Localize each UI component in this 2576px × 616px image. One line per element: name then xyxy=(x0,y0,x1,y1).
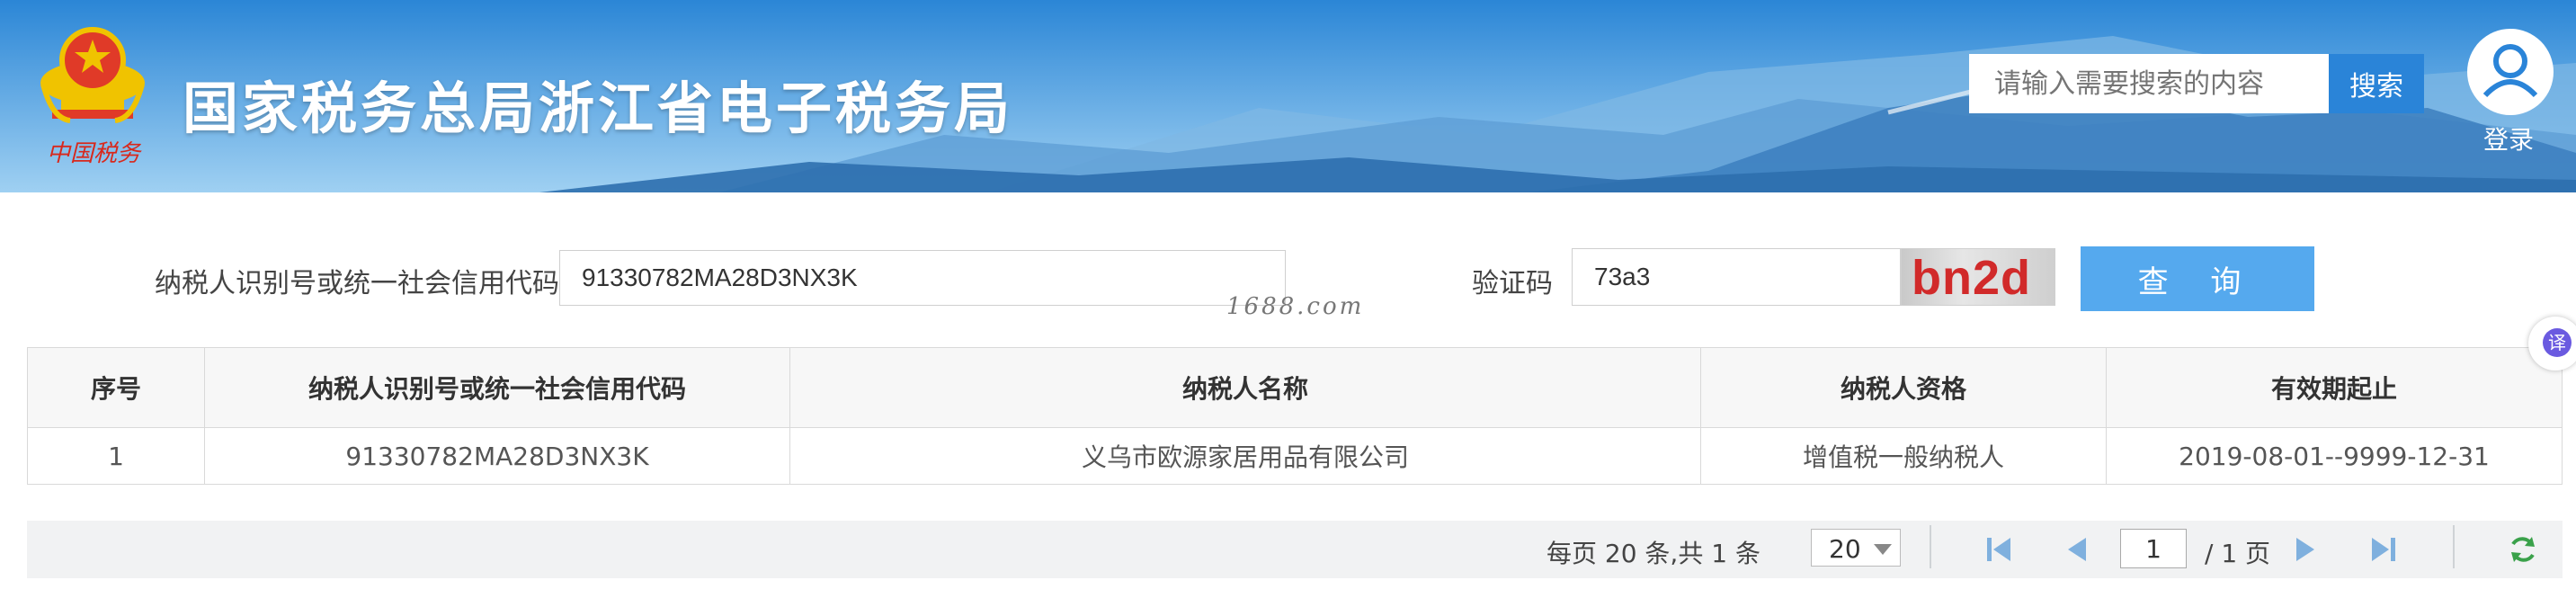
taxpayer-id-input[interactable] xyxy=(559,250,1286,306)
prev-page-icon[interactable] xyxy=(2059,532,2095,567)
login-link[interactable]: 登录 xyxy=(2483,121,2534,156)
cell-taxpayer-id: 91330782MA28D3NX3K xyxy=(204,427,790,485)
refresh-icon[interactable] xyxy=(2505,532,2541,567)
site-title: 国家税务总局浙江省电子税务局 xyxy=(183,76,1014,141)
captcha-label: 验证码 xyxy=(1472,268,1553,299)
column-header-qualification: 纳税人资格 xyxy=(1700,347,2107,428)
watermark-text: 1688.com xyxy=(1226,293,1365,320)
column-header-taxpayer-id: 纳税人识别号或统一社会信用代码 xyxy=(204,347,790,428)
query-button[interactable]: 查 询 xyxy=(2081,246,2314,311)
column-header-index: 序号 xyxy=(27,347,205,428)
captcha-input[interactable] xyxy=(1572,248,1901,306)
page-size-value: 20 xyxy=(1829,534,1861,564)
taxpayer-id-label: 纳税人识别号或统一社会信用代码 xyxy=(155,268,559,299)
user-avatar-icon[interactable] xyxy=(2467,29,2554,115)
next-page-icon[interactable] xyxy=(2287,532,2323,567)
column-header-taxpayer-name: 纳税人名称 xyxy=(789,347,1701,428)
chevron-down-icon xyxy=(1874,544,1892,555)
last-page-icon[interactable] xyxy=(2365,532,2401,567)
results-table: 序号 纳税人识别号或统一社会信用代码 纳税人名称 纳税人资格 有效期起止 1 9… xyxy=(27,347,2563,485)
table-row: 1 91330782MA28D3NX3K 义乌市欧源家居用品有限公司 增值税一般… xyxy=(27,427,2563,485)
captcha-image-text: bn2d xyxy=(1912,251,2031,305)
current-page-input[interactable] xyxy=(2120,529,2187,568)
pager-separator xyxy=(1930,525,1931,568)
pagination-summary: 每页 20 条,共 1 条 xyxy=(1546,539,1760,568)
site-header: 中国税务 国家税务总局浙江省电子税务局 搜索 登录 xyxy=(0,0,2576,192)
first-page-icon[interactable] xyxy=(1982,532,2018,567)
total-pages-label: / 1 页 xyxy=(2205,539,2271,568)
cell-validity: 2019-08-01--9999-12-31 xyxy=(2106,427,2563,485)
cell-taxpayer-name: 义乌市欧源家居用品有限公司 xyxy=(789,427,1701,485)
column-header-validity: 有效期起止 xyxy=(2106,347,2563,428)
site-search-input[interactable] xyxy=(1969,54,2329,113)
tax-logo-caption: 中国税务 xyxy=(47,140,141,167)
table-header-row: 序号 纳税人识别号或统一社会信用代码 纳税人名称 纳税人资格 有效期起止 xyxy=(27,347,2563,428)
site-search-button[interactable]: 搜索 xyxy=(2329,54,2424,113)
translate-icon: 译 xyxy=(2543,328,2572,357)
pager-separator xyxy=(2453,525,2455,568)
cell-index: 1 xyxy=(27,427,205,485)
cell-qualification: 增值税一般纳税人 xyxy=(1700,427,2107,485)
